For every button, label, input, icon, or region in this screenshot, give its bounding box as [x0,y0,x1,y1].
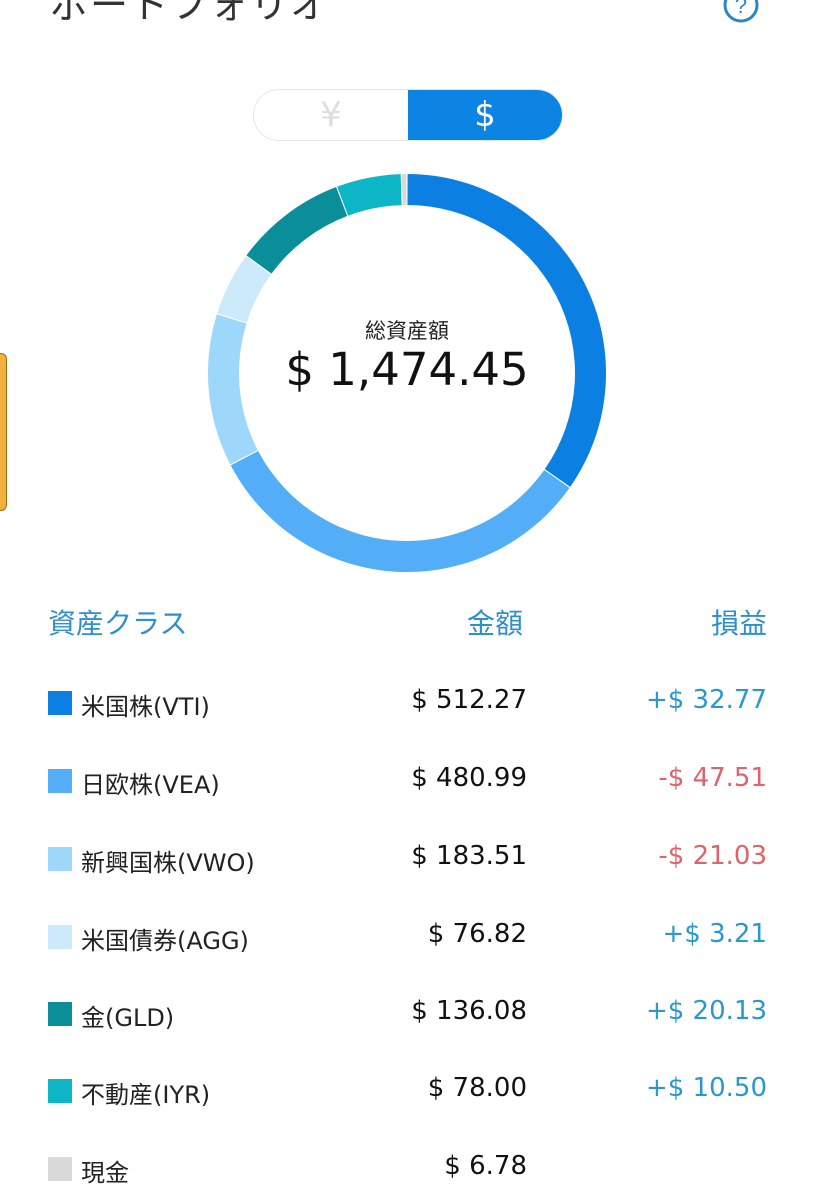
color-swatch [48,847,72,871]
asset-name: 米国債券(AGG) [81,927,249,955]
color-swatch [48,691,72,715]
asset-name: 不動産(IYR) [81,1081,211,1109]
asset-row[interactable]: 新興国株(VWO) $ 183.51 -$ 21.03 [0,830,815,890]
total-assets-value: $ 1,474.45 [285,343,529,396]
color-swatch [48,769,72,793]
color-swatch [48,1079,72,1103]
color-swatch [48,925,72,949]
asset-amount: $ 183.51 [411,841,527,871]
asset-profit-loss: +$ 20.13 [645,996,767,1026]
donut-segment [246,187,348,274]
currency-toggle[interactable]: ¥ $ [253,89,563,141]
asset-profit-loss: -$ 21.03 [658,841,767,871]
asset-amount: $ 78.00 [427,1073,527,1103]
asset-amount: $ 6.78 [444,1151,527,1181]
asset-row[interactable]: 金(GLD) $ 136.08 +$ 20.13 [0,985,815,1045]
page-title: ポートフォリオ [50,0,331,27]
asset-amount: $ 76.82 [427,919,527,949]
asset-name: 新興国株(VWO) [81,849,255,877]
asset-row[interactable]: 米国株(VTI) $ 512.27 +$ 32.77 [0,674,815,734]
currency-option-dollar[interactable]: $ [408,90,562,140]
asset-row[interactable]: 不動産(IYR) $ 78.00 +$ 10.50 [0,1062,815,1122]
asset-row[interactable]: 現金 $ 6.78 [0,1140,815,1200]
asset-profit-loss: +$ 10.50 [645,1073,767,1103]
asset-name: 現金 [81,1159,129,1187]
help-circle-icon[interactable]: ? [722,0,760,24]
svg-text:?: ? [735,0,747,18]
donut-segment [230,450,570,572]
asset-profit-loss: +$ 32.77 [645,685,767,715]
asset-amount: $ 480.99 [411,763,527,793]
asset-amount: $ 512.27 [411,685,527,715]
column-header-asset-class: 資産クラス [48,607,188,640]
asset-row[interactable]: 日欧株(VEA) $ 480.99 -$ 47.51 [0,752,815,812]
asset-name: 米国株(VTI) [81,693,210,721]
donut-segment [337,174,402,216]
color-swatch [48,1002,72,1026]
column-header-amount: 金額 [466,607,523,640]
currency-option-yen[interactable]: ¥ [254,90,408,140]
asset-amount: $ 136.08 [411,996,527,1026]
asset-row[interactable]: 米国債券(AGG) $ 76.82 +$ 3.21 [0,908,815,968]
color-swatch [48,1157,72,1181]
asset-profit-loss: +$ 3.21 [662,919,767,949]
total-assets-label: 総資産額 [365,319,449,343]
side-drawer-handle[interactable] [0,353,7,511]
donut-segment [401,174,407,206]
column-header-profit-loss: 損益 [710,607,767,640]
asset-profit-loss: -$ 47.51 [658,763,767,793]
asset-name: 日欧株(VEA) [81,771,220,799]
asset-name: 金(GLD) [81,1004,175,1032]
